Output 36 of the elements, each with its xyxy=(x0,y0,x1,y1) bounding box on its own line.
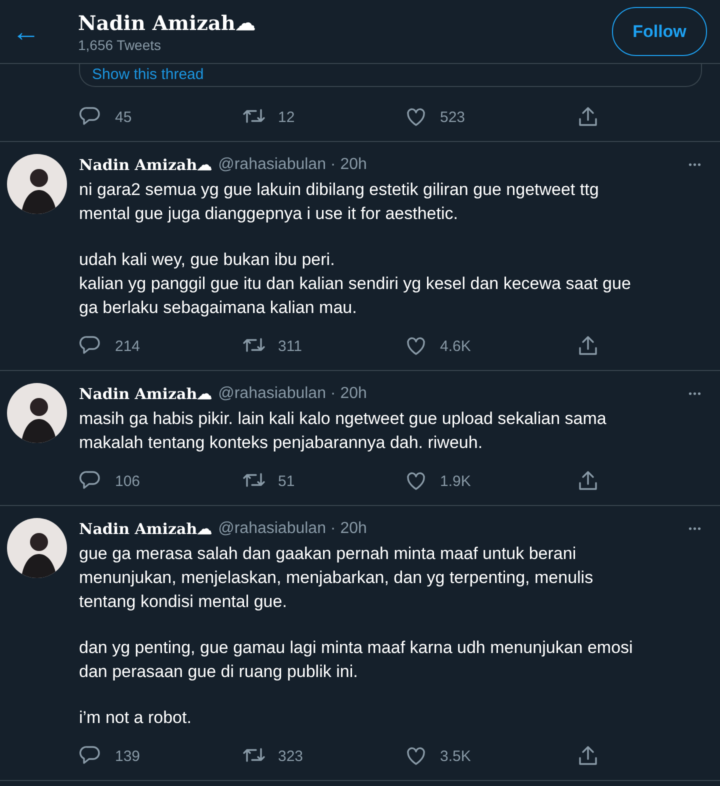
reply-count: 45 xyxy=(115,108,132,126)
back-button[interactable]: ← xyxy=(12,18,78,46)
share-icon[interactable] xyxy=(576,105,600,129)
like-count: 1.9K xyxy=(440,472,471,490)
reply-count: 214 xyxy=(115,338,140,354)
like-count: 3.5K xyxy=(440,748,471,764)
tweet-text: udah kali wey, gue bukan ibu peri. kalian yg panggil gue itu dan kalian sendiri yg kesel dan kecewa saat gue ga berlaku sebagaimana kalian mau. xyxy=(79,249,632,319)
tweet-text: ni gara2 semua yg gue lakuin dibilang estetik giliran gue ngetweet ttg mental gue juga dianggepnya i use it for aesthetic. xyxy=(79,179,600,225)
share-icon[interactable] xyxy=(576,744,600,768)
handle-and-time: @rahasiabulan · 20h xyxy=(218,520,368,538)
retweet-count: 323 xyxy=(278,748,304,764)
profile-name: Nadin Amizah☁ xyxy=(78,10,256,34)
show-thread-link[interactable]: Show this thread xyxy=(92,66,204,84)
reply-count: 139 xyxy=(115,748,140,764)
reply-count: 106 xyxy=(115,472,140,490)
more-menu[interactable]: ••• xyxy=(688,388,702,400)
retweet-count: 311 xyxy=(278,338,302,354)
share-icon[interactable] xyxy=(576,469,600,493)
author-name: Nadin Amizah☁ xyxy=(79,520,212,538)
like-count: 4.6K xyxy=(440,338,471,354)
follow-button[interactable]: Follow xyxy=(612,7,707,56)
tweet-text: dan yg penting, gue gamau lagi minta maaf karna udh menunjukan emosi dan perasaan gue di ruang publik ini. xyxy=(79,637,634,683)
retweet-count: 51 xyxy=(278,472,295,490)
author-name: Nadin Amizah☁ xyxy=(79,385,212,403)
handle-and-time: @rahasiabulan · 20h xyxy=(218,385,368,403)
more-menu[interactable]: ••• xyxy=(688,524,702,534)
like-count: 523 xyxy=(440,108,466,126)
tweet-text: gue ga merasa salah dan gaakan pernah minta maaf untuk berani menunjukan, menjelaskan, menjabarkan, dan yg terpenting, menulis tentang kondisi mental gue. xyxy=(79,543,594,613)
retweet-count: 12 xyxy=(278,108,295,126)
share-icon[interactable] xyxy=(576,334,600,358)
more-menu[interactable]: ••• xyxy=(688,160,702,170)
tweet-text: i’m not a robot. xyxy=(79,707,192,729)
tweet-count: 1,656 Tweets xyxy=(78,36,162,52)
tweet-text: masih ga habis pikir. lain kali kalo ngetweet gue upload sekalian sama makalah tentang konteks penjabarannya dah. riweuh. xyxy=(79,408,608,454)
author-name: Nadin Amizah☁ xyxy=(79,156,212,174)
handle-and-time: @rahasiabulan · 20h xyxy=(218,156,368,174)
